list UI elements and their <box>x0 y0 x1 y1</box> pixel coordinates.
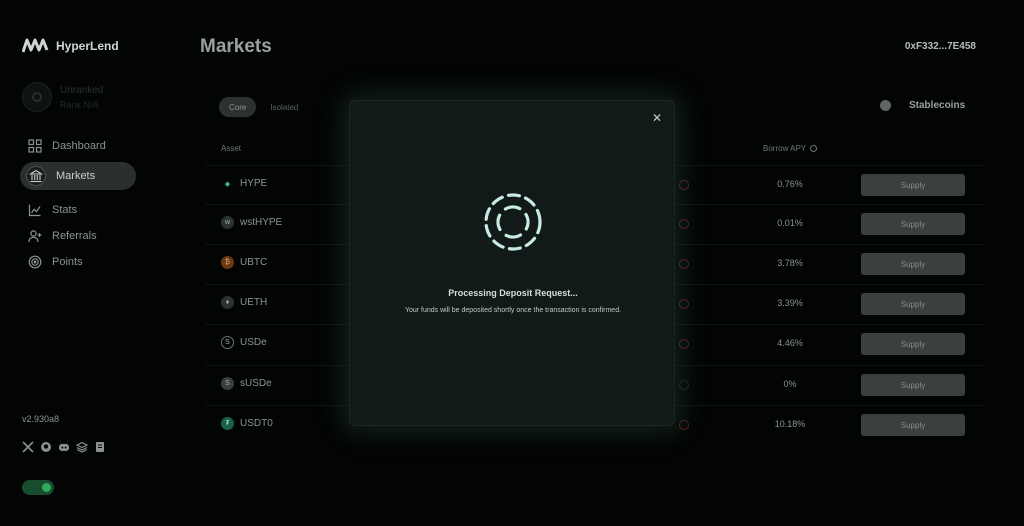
hype-icon: ◆ <box>224 180 231 188</box>
column-header-asset: Asset <box>221 144 242 153</box>
supply-button[interactable]: Supply <box>861 374 965 396</box>
sidebar-item-label: Dashboard <box>52 140 106 152</box>
sidebar-item-label: Referrals <box>52 230 97 242</box>
usdt0-icon: ₮ <box>221 417 234 430</box>
logo[interactable]: HyperLend <box>22 38 119 54</box>
supply-button[interactable]: Supply <box>861 414 965 436</box>
supply-button[interactable]: Supply <box>861 174 965 196</box>
loading-spinner-icon <box>484 193 542 251</box>
docs-stack-icon[interactable] <box>76 441 88 453</box>
asset-name: HYPE <box>240 178 268 189</box>
sidebar-nav: Dashboard Markets Stats Referrals Points <box>20 134 138 276</box>
supply-button[interactable]: Supply <box>861 253 965 275</box>
asset-name: wstHYPE <box>240 217 283 228</box>
avatar <box>22 82 52 112</box>
borrow-apy-value: 4.46% <box>777 338 803 348</box>
account-rank-detail: Rank N/A <box>60 99 99 110</box>
wsthype-icon: w <box>221 216 234 229</box>
borrow-apy-value: 3.78% <box>777 258 803 268</box>
asset-name: UETH <box>240 297 268 308</box>
bank-icon <box>26 166 46 186</box>
asset-name: UBTC <box>240 257 268 268</box>
social-links <box>22 441 106 453</box>
sidebar-item-referrals[interactable]: Referrals <box>22 224 138 248</box>
document-icon[interactable] <box>94 441 106 453</box>
x-twitter-icon[interactable] <box>22 441 34 453</box>
account-rank: Unranked <box>60 84 104 96</box>
status-indicator <box>679 299 689 309</box>
stablecoins-filter[interactable]: Stablecoins <box>880 100 965 111</box>
borrow-apy-value: 0% <box>783 379 797 389</box>
status-indicator <box>679 380 689 390</box>
sidebar-item-stats[interactable]: Stats <box>22 198 138 222</box>
sidebar-item-label: Points <box>52 256 83 268</box>
dashboard-icon <box>28 139 42 153</box>
sidebar-item-dashboard[interactable]: Dashboard <box>22 134 138 158</box>
processing-modal: ✕ Processing Deposit Request... Your fun… <box>349 100 675 426</box>
wallet-address-button[interactable]: 0xF332...7E458 <box>905 41 976 52</box>
borrow-apy-value: 10.18% <box>774 419 806 429</box>
user-plus-icon <box>28 229 42 243</box>
chart-icon <box>28 203 42 217</box>
ueth-icon: ♦ <box>221 296 234 309</box>
borrow-apy-value: 0.76% <box>777 179 803 189</box>
app-version: v2.930a8 <box>22 414 60 424</box>
modal-title: Processing Deposit Request... <box>448 288 578 298</box>
sidebar: HyperLend Unranked Rank N/A Dashboard Ma… <box>0 0 160 526</box>
stablecoins-toggle-dot <box>880 100 891 111</box>
page-title: Markets <box>200 36 272 57</box>
market-tabs: Core Isolated <box>219 97 308 117</box>
modal-message: Your funds will be deposited shortly onc… <box>404 307 622 314</box>
supply-button[interactable]: Supply <box>861 333 965 355</box>
sidebar-item-label: Markets <box>56 170 96 182</box>
discord-icon[interactable] <box>58 441 70 453</box>
susde-icon: S <box>221 377 234 390</box>
usde-icon: S <box>221 336 234 349</box>
stablecoins-label: Stablecoins <box>909 100 966 111</box>
asset-name: USDe <box>240 337 267 348</box>
borrow-apy-value: 3.39% <box>777 298 803 308</box>
status-indicator <box>679 420 689 430</box>
status-indicator <box>679 259 689 269</box>
column-header-borrow-apy[interactable]: Borrow APY <box>763 144 818 153</box>
status-indicator <box>679 339 689 349</box>
supply-button[interactable]: Supply <box>861 213 965 235</box>
borrow-apy-value: 0.01% <box>777 218 803 228</box>
asset-name: sUSDe <box>240 378 272 389</box>
asset-name: USDT0 <box>240 418 273 429</box>
close-icon[interactable]: ✕ <box>650 111 664 125</box>
theme-toggle[interactable] <box>22 480 54 495</box>
sidebar-item-markets[interactable]: Markets <box>20 162 136 190</box>
target-icon <box>28 255 42 269</box>
info-icon <box>810 145 818 152</box>
ubtc-icon: ₿ <box>221 256 234 269</box>
status-indicator <box>679 219 689 229</box>
app-name: HyperLend <box>56 39 119 53</box>
account-card[interactable]: Unranked Rank N/A <box>22 82 103 112</box>
status-indicator <box>679 180 689 190</box>
hyperlend-logo-icon <box>22 38 49 53</box>
sidebar-item-points[interactable]: Points <box>22 250 138 274</box>
column-header-label: Borrow APY <box>763 144 806 153</box>
sidebar-item-label: Stats <box>52 204 78 216</box>
supply-button[interactable]: Supply <box>861 293 965 315</box>
tab-isolated[interactable]: Isolated <box>260 97 308 117</box>
tab-core[interactable]: Core <box>219 97 257 117</box>
github-icon[interactable] <box>40 441 52 453</box>
